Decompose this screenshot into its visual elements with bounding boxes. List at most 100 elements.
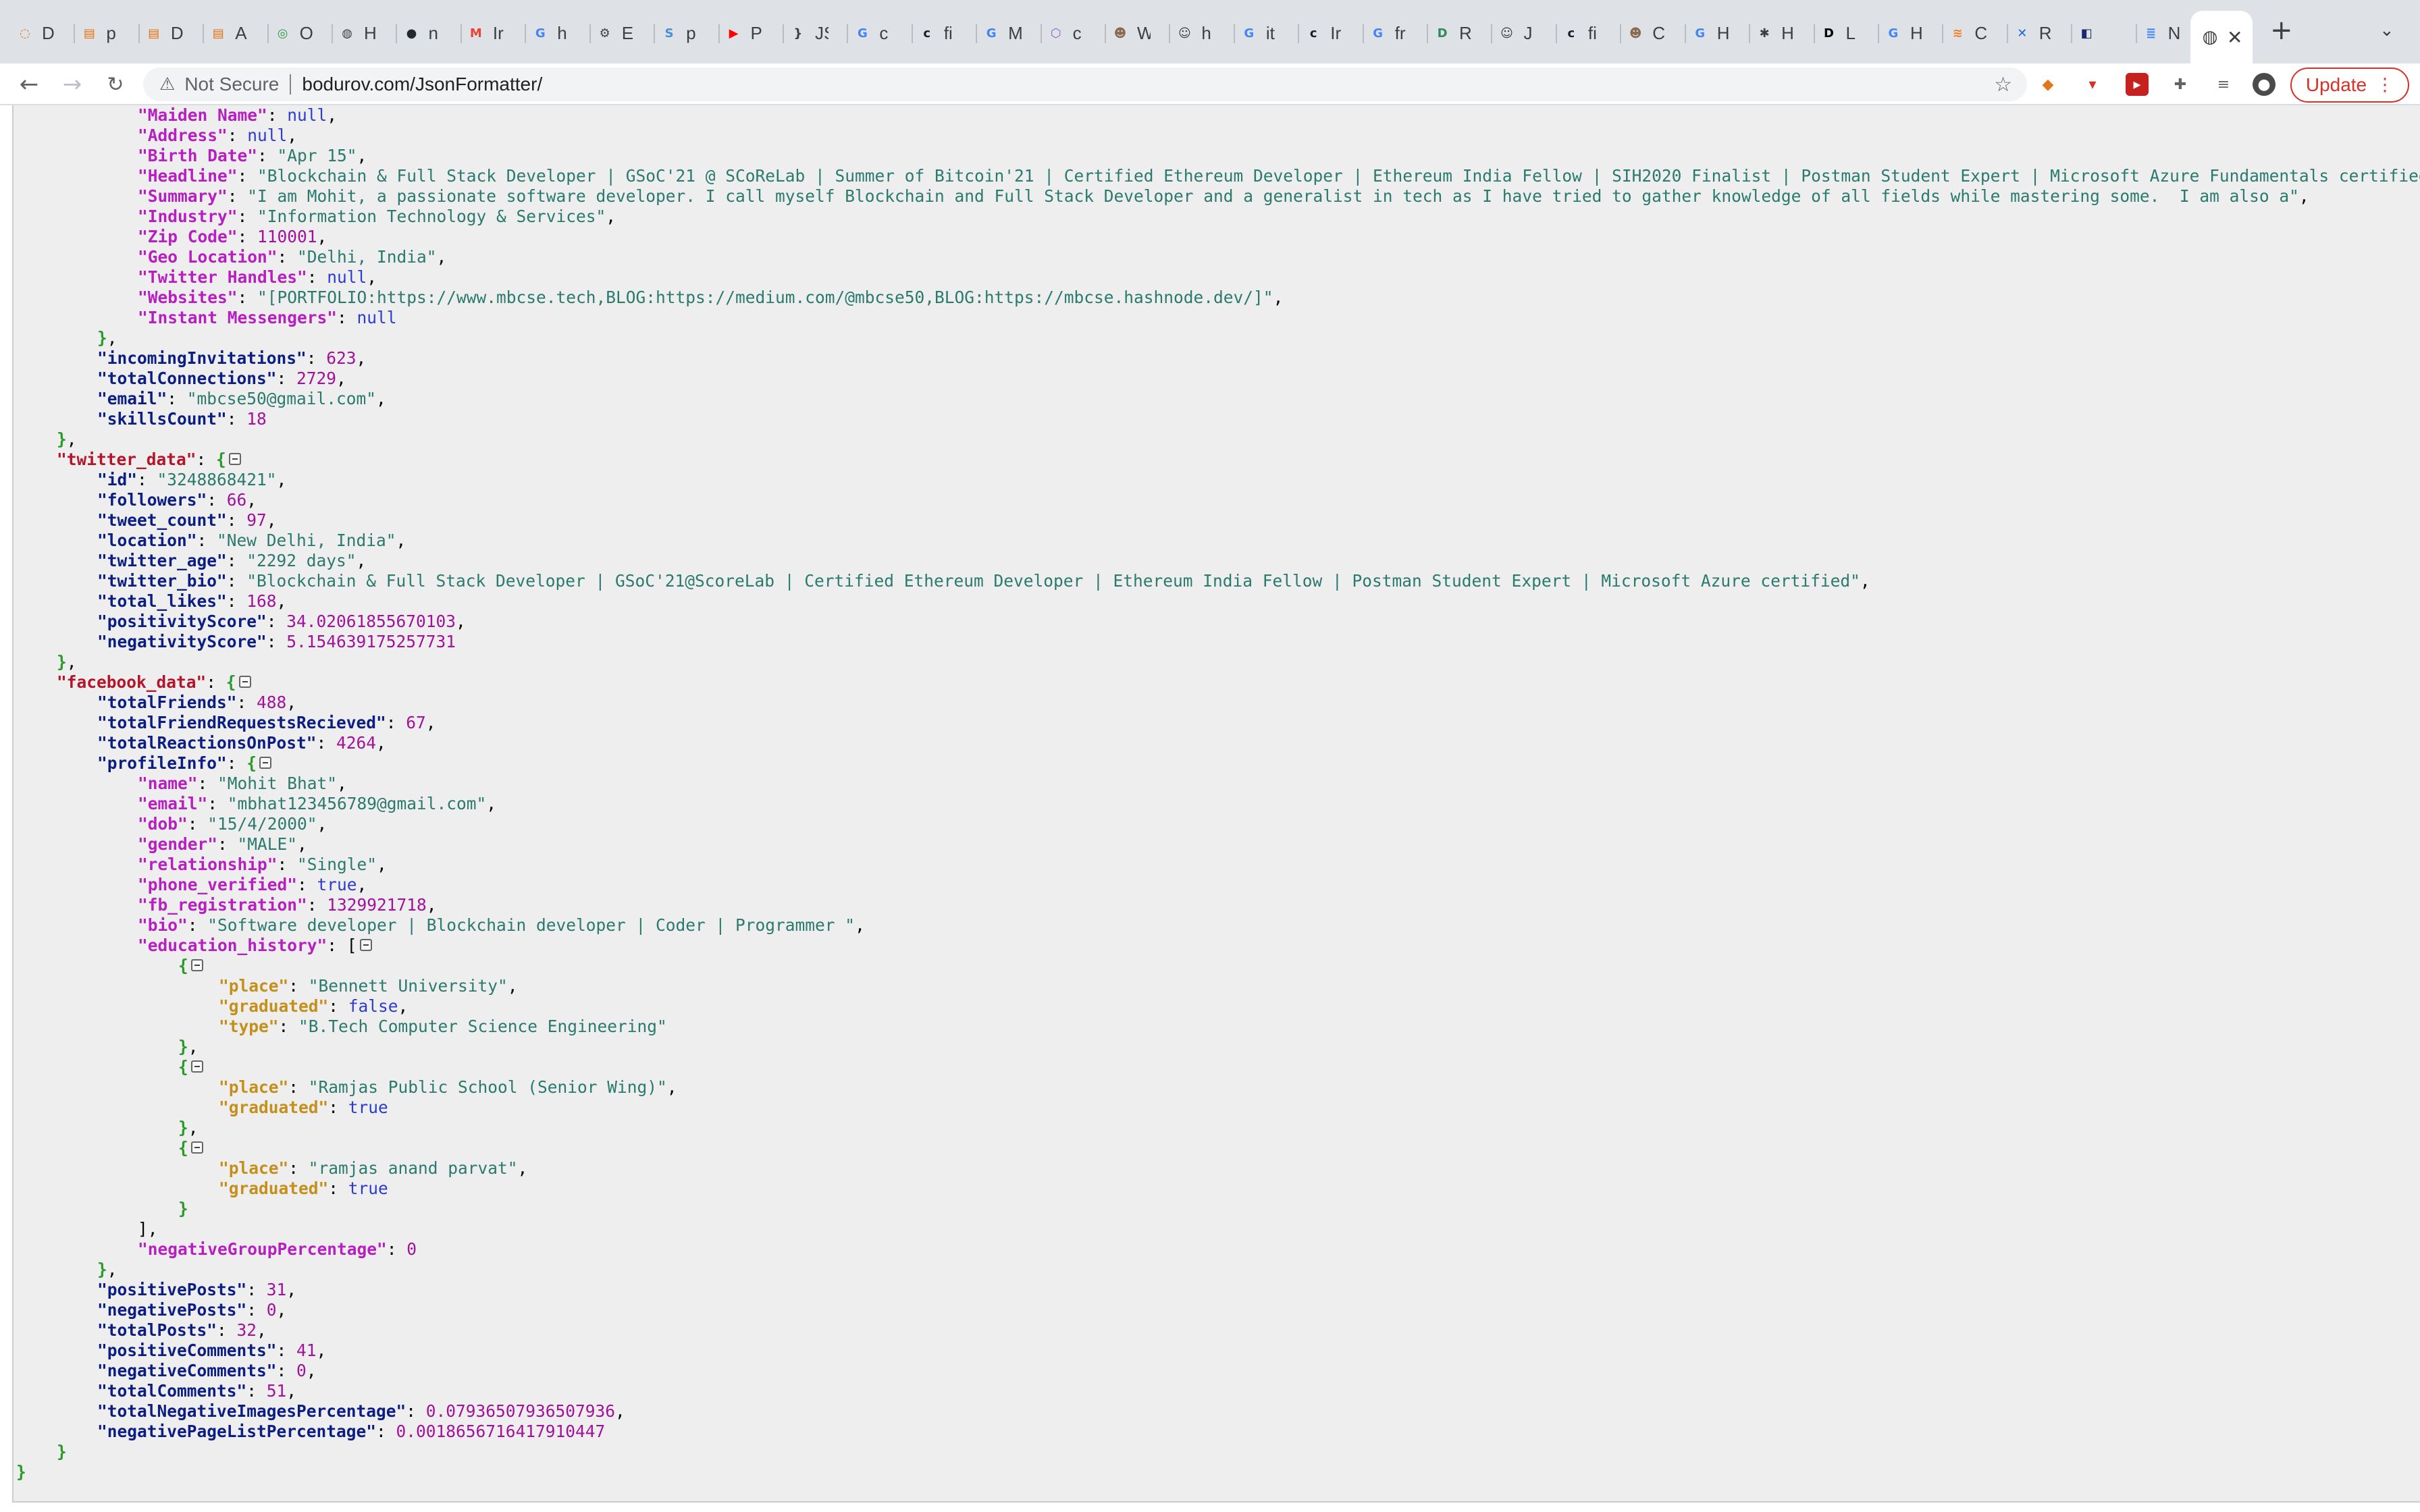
warning-triangle-icon[interactable]: ⚠ bbox=[159, 74, 175, 94]
address-bar[interactable]: ⚠ Not Secure bodurov.com/JsonFormatter/ … bbox=[143, 68, 2027, 101]
collapse-toggle-icon[interactable] bbox=[238, 676, 251, 688]
json-value: 1329921718 bbox=[327, 895, 427, 915]
bug-icon: ✱ bbox=[1759, 26, 1770, 40]
security-label[interactable]: Not Secure bbox=[184, 74, 279, 95]
json-colon: : bbox=[276, 1361, 297, 1380]
json-key: "graduated" bbox=[219, 1179, 329, 1198]
browser-tab[interactable]: Git bbox=[1239, 11, 1300, 55]
browser-tab[interactable]: ☺ h bbox=[1174, 11, 1235, 55]
json-line: "incomingInvitations": 623, bbox=[14, 348, 2420, 369]
tab-title: M bbox=[1008, 22, 1022, 43]
browser-tab[interactable]: Gfr bbox=[1368, 11, 1429, 55]
collapse-toggle-icon[interactable] bbox=[259, 757, 272, 769]
browser-tab[interactable]: ▶ P bbox=[724, 11, 784, 55]
reading-list-icon[interactable]: ≡ bbox=[2212, 73, 2235, 96]
json-colon: : bbox=[246, 1381, 267, 1401]
json-colon: : bbox=[207, 490, 227, 510]
json-value: null bbox=[327, 267, 367, 287]
browser-tab[interactable]: GH bbox=[1690, 11, 1751, 55]
close-tab-icon[interactable]: ✕ bbox=[2227, 26, 2242, 49]
browser-tab[interactable]: ● n bbox=[401, 11, 462, 55]
new-tab-button[interactable]: + bbox=[2270, 15, 2293, 46]
forward-button[interactable]: → bbox=[57, 69, 88, 100]
browser-tab[interactable]: ⚙ E bbox=[595, 11, 656, 55]
browser-tab[interactable]: ✕ R bbox=[2012, 11, 2073, 55]
json-comma: , bbox=[436, 247, 447, 267]
json-key: "graduated" bbox=[219, 996, 329, 1016]
back-button[interactable]: ← bbox=[14, 69, 45, 100]
json-key: "Instant Messengers" bbox=[138, 308, 338, 327]
json-colon: : bbox=[328, 996, 348, 1016]
browser-tab[interactable]: ▤ D bbox=[144, 11, 205, 55]
browser-tab[interactable]: ☻ W bbox=[1110, 11, 1171, 55]
json-key: "place" bbox=[219, 976, 289, 996]
browser-tab[interactable]: } JS bbox=[788, 11, 849, 55]
json-key: "totalFriends" bbox=[97, 693, 237, 712]
json-value: 66 bbox=[226, 490, 247, 510]
metamask-extension-icon[interactable]: ◆ bbox=[2036, 73, 2059, 96]
extensions-puzzle-icon[interactable]: ✚ bbox=[2169, 73, 2192, 96]
page-content: "Last Name": "Bhat","Maiden Name": null,… bbox=[0, 105, 2420, 1512]
browser-tab[interactable]: ⬡ c bbox=[1046, 11, 1106, 55]
browser-tab[interactable]: ◍ H bbox=[337, 11, 398, 55]
browser-tab[interactable]: GM bbox=[981, 11, 1042, 55]
tab-search-button[interactable]: ⌄ bbox=[2379, 20, 2394, 40]
json-line: "facebook_data": { bbox=[14, 672, 2420, 693]
docs-icon: ≣ bbox=[2146, 26, 2157, 40]
browser-tab[interactable]: ≋ C bbox=[1947, 11, 2008, 55]
browser-tab[interactable]: ◎ O bbox=[273, 11, 334, 55]
collapse-toggle-icon[interactable] bbox=[190, 1060, 203, 1073]
sc-icon: S bbox=[664, 26, 674, 40]
json-line: "negativityScore": 5.154639175257731 bbox=[14, 632, 2420, 652]
json-key: "totalConnections" bbox=[97, 369, 277, 388]
robot-icon: ☺ bbox=[1500, 26, 1513, 40]
json-colon: : bbox=[267, 105, 288, 125]
browser-tab[interactable]: Gc bbox=[852, 11, 913, 55]
json-colon: : bbox=[187, 915, 208, 935]
json-colon: : bbox=[217, 834, 238, 854]
json-line: "twitter_data": { bbox=[14, 450, 2420, 470]
collapse-toggle-icon[interactable] bbox=[228, 453, 241, 465]
browser-tab[interactable]: c fi bbox=[917, 11, 978, 55]
reload-button[interactable]: ↻ bbox=[100, 69, 131, 100]
pocket-extension-icon[interactable]: ▾ bbox=[2081, 73, 2104, 96]
update-button[interactable]: Update ⋮ bbox=[2290, 68, 2409, 103]
json-comma: , bbox=[398, 996, 409, 1016]
cypress-icon: c bbox=[923, 26, 931, 40]
browser-tab[interactable]: ◌ D bbox=[15, 11, 76, 55]
profile-avatar[interactable]: ● bbox=[2253, 73, 2276, 96]
url-text[interactable]: bodurov.com/JsonFormatter/ bbox=[302, 74, 542, 95]
json-value: 110001 bbox=[257, 227, 317, 246]
browser-tab[interactable]: ☻ C bbox=[1625, 11, 1686, 55]
bookmark-star-icon[interactable]: ☆ bbox=[1994, 73, 2012, 97]
browser-tab[interactable]: ▤ A bbox=[208, 11, 269, 55]
browser-tab[interactable]: ☺ J bbox=[1496, 11, 1557, 55]
tab-separator bbox=[1749, 24, 1751, 43]
json-line: "totalFriends": 488, bbox=[14, 693, 2420, 713]
json-colon: : bbox=[237, 288, 258, 307]
json-colon: : bbox=[196, 531, 217, 550]
collapse-toggle-icon[interactable] bbox=[359, 939, 372, 951]
media-extension-icon[interactable]: ▸ bbox=[2126, 73, 2149, 96]
browser-tab[interactable]: ✱ H bbox=[1754, 11, 1815, 55]
browser-tab[interactable]: c Ir bbox=[1303, 11, 1364, 55]
browser-tab[interactable]: ▤ p bbox=[79, 11, 140, 55]
json-line: "type": "B.Tech Computer Science Enginee… bbox=[14, 1017, 2420, 1037]
json-key: "negativeComments" bbox=[97, 1361, 277, 1380]
browser-tab[interactable]: DL bbox=[1819, 11, 1879, 55]
avatar-icon: ☻ bbox=[1113, 26, 1127, 40]
json-key: "incomingInvitations" bbox=[97, 348, 307, 368]
json-line: "Zip Code": 110001, bbox=[14, 227, 2420, 247]
browser-tab[interactable]: c fi bbox=[1561, 11, 1622, 55]
browser-tab[interactable]: DR bbox=[1432, 11, 1493, 55]
browser-tab[interactable]: M Ir bbox=[466, 11, 527, 55]
collapse-toggle-icon[interactable] bbox=[190, 1141, 203, 1154]
collapse-toggle-icon[interactable] bbox=[190, 959, 203, 971]
json-line: "email": "mbhat123456789@gmail.com", bbox=[14, 794, 2420, 814]
browser-tab[interactable]: Sp bbox=[659, 11, 720, 55]
browser-tab[interactable]: GH bbox=[1883, 11, 1944, 55]
tab-active[interactable]: ◍ ✕ bbox=[2190, 11, 2253, 63]
browser-tab[interactable]: Gh bbox=[530, 11, 591, 55]
json-key: "Headline" bbox=[138, 166, 238, 186]
browser-tab[interactable]: ◧ bbox=[2076, 11, 2137, 55]
